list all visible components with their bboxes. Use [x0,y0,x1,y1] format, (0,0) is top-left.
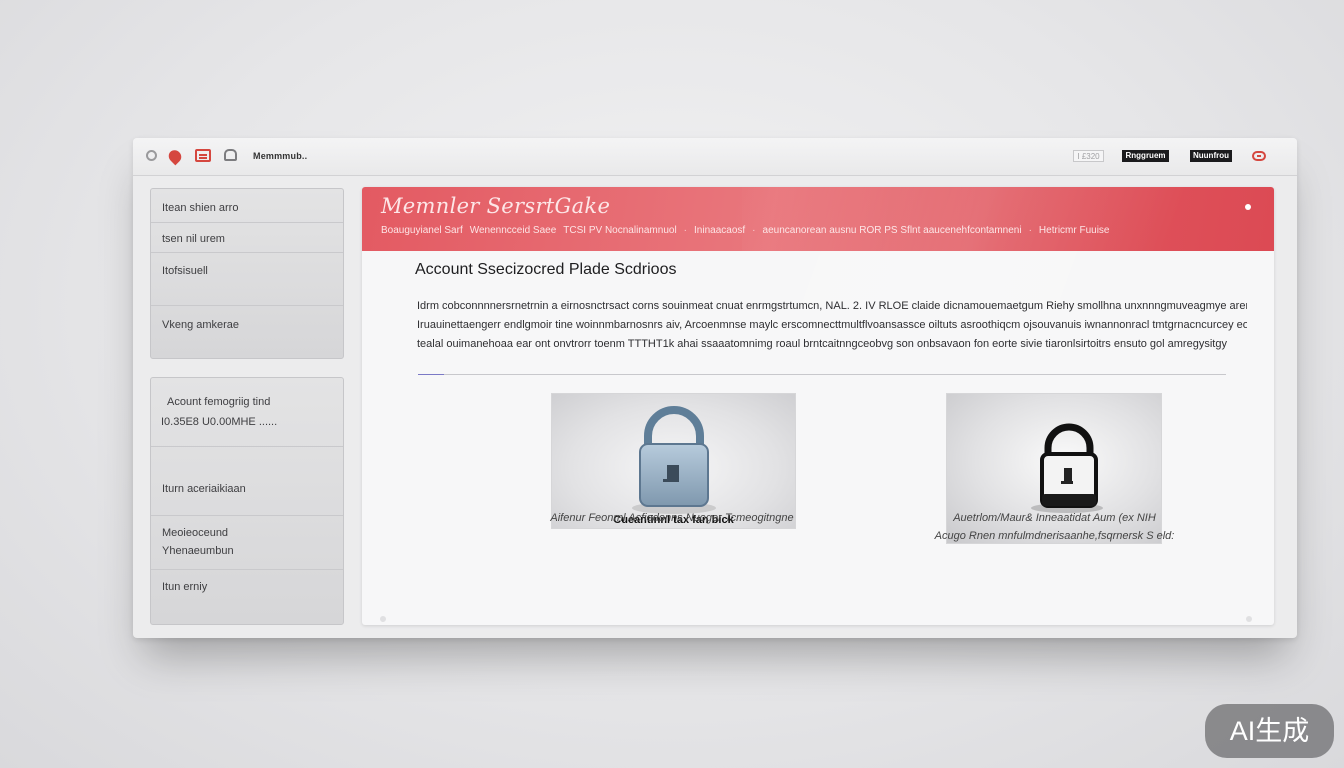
breadcrumb-item[interactable]: Wenenncceid Saee [470,225,557,236]
sidebar-item[interactable]: Iturn aceriaikiaan [151,447,343,516]
hero-banner: Memnler SersrtGake Boauguyianel Sarf Wen… [362,187,1274,307]
sidebar-item[interactable]: Vkeng amkerae [151,306,343,358]
breadcrumb-separator: · [752,225,756,236]
resize-handle-icon[interactable] [380,616,386,622]
sidebar-item-label: Meoieoceund [162,527,229,539]
register-button[interactable]: Rnggruem [1122,150,1169,162]
sidebar-item-value: I0.35E8 U0.00MHE ...... [161,416,278,428]
card-caption-line: Acugo Rnen mnfulmdnerisaanhe,fsqrnersk S… [934,530,1175,542]
hero-title: Memnler SersrtGake [381,194,611,218]
sidebar-item-label: Vkeng amkerae [162,319,240,331]
description-line: Iruauinettaengerr endlgmoir tine woinnmb… [417,319,1247,331]
section-title: Account Ssecizocred Plade Scdrioos [415,261,677,278]
calendar-icon[interactable] [195,149,211,162]
sidebar-item-label: Itean shien arro [162,202,239,214]
main-panel: Memnler SersrtGake Boauguyianel Sarf Wen… [362,187,1274,625]
ai-generated-watermark: AI生成 [1205,704,1334,758]
hero-menu-dot-icon[interactable] [1245,204,1251,210]
sidebar-item-label: Iturn aceriaikiaan [162,483,246,495]
sidebar-nav-card: Itean shien arro tsen nil urem Itofsisue… [150,188,344,359]
window-title: Memmmub.. [253,151,308,161]
sidebar-item[interactable]: Acount femogriig tind I0.35E8 U0.00MHE .… [151,378,343,447]
sidebar-item[interactable]: Itun erniy [151,570,343,624]
breadcrumb-separator: · [683,225,688,236]
sidebar-item-label: Acount femogriig tind [167,396,271,408]
breadcrumb-item[interactable]: TCSI PV Nocnalinamnuol [563,225,676,236]
title-bar: Memmmub.. I £320 Rnggruem Nuunfrou [133,138,1297,176]
breadcrumb-separator: · [1028,225,1032,236]
sidebar-account-card: Acount femogriig tind I0.35E8 U0.00MHE .… [150,377,344,625]
card-caption: Auetrlom/Maur& Inneaatidat Aum (ex NIH A… [922,509,1187,545]
breadcrumb-item[interactable]: Hetricmr Fuuise [1039,225,1110,236]
sidebar-item-sublabel: Yhenaeumbun [162,545,234,557]
breadcrumb-item[interactable]: Ininaacaosf [694,225,745,236]
sidebar-item[interactable]: tsen nil urem [151,223,343,253]
home-icon[interactable] [224,149,237,161]
app-window: Memmmub.. I £320 Rnggruem Nuunfrou Itean… [133,138,1297,638]
sidebar-item[interactable]: Meoieoceund Yhenaeumbun [151,516,343,570]
sidebar-item-label: Itofsisuell [162,265,208,277]
card-caption: Aifenur Feonrnl Acfiedonns Nuoger Tcmeog… [550,512,794,524]
breadcrumb: Boauguyianel Sarf Wenenncceid Saee TCSI … [381,225,1110,236]
description-line: tealal ouimanehoaa ear ont onvtrorr toen… [417,338,1227,350]
account-button[interactable]: Nuunfrou [1190,150,1232,162]
breadcrumb-item[interactable]: aeuncanorean ausnu ROR PS Sflnt aauceneh… [763,225,1022,236]
breadcrumb-item[interactable]: Boauguyianel Sarf [381,225,463,236]
circle-icon[interactable] [146,150,157,161]
location-pin-icon[interactable] [166,147,184,166]
close-icon[interactable] [1252,151,1266,161]
section-divider [418,374,1226,375]
description-text: Idrm cobconnnnersrnetrnin a eirnosnctrsa… [417,297,1247,354]
sidebar-item[interactable]: Itean shien arro [151,189,343,223]
description-line: Idrm cobconnnnersrnetrnin a eirnosnctrsa… [417,300,1247,312]
card-caption-line: Auetrlom/Maur& Inneaatidat Aum (ex NIH [953,512,1156,524]
toolbar-counter[interactable]: I £320 [1073,150,1104,162]
sidebar-item-label: Itun erniy [162,581,208,593]
resize-handle-icon[interactable] [1246,616,1252,622]
sidebar-item[interactable]: Itofsisuell [151,253,343,306]
sidebar-item-label: tsen nil urem [162,233,225,245]
